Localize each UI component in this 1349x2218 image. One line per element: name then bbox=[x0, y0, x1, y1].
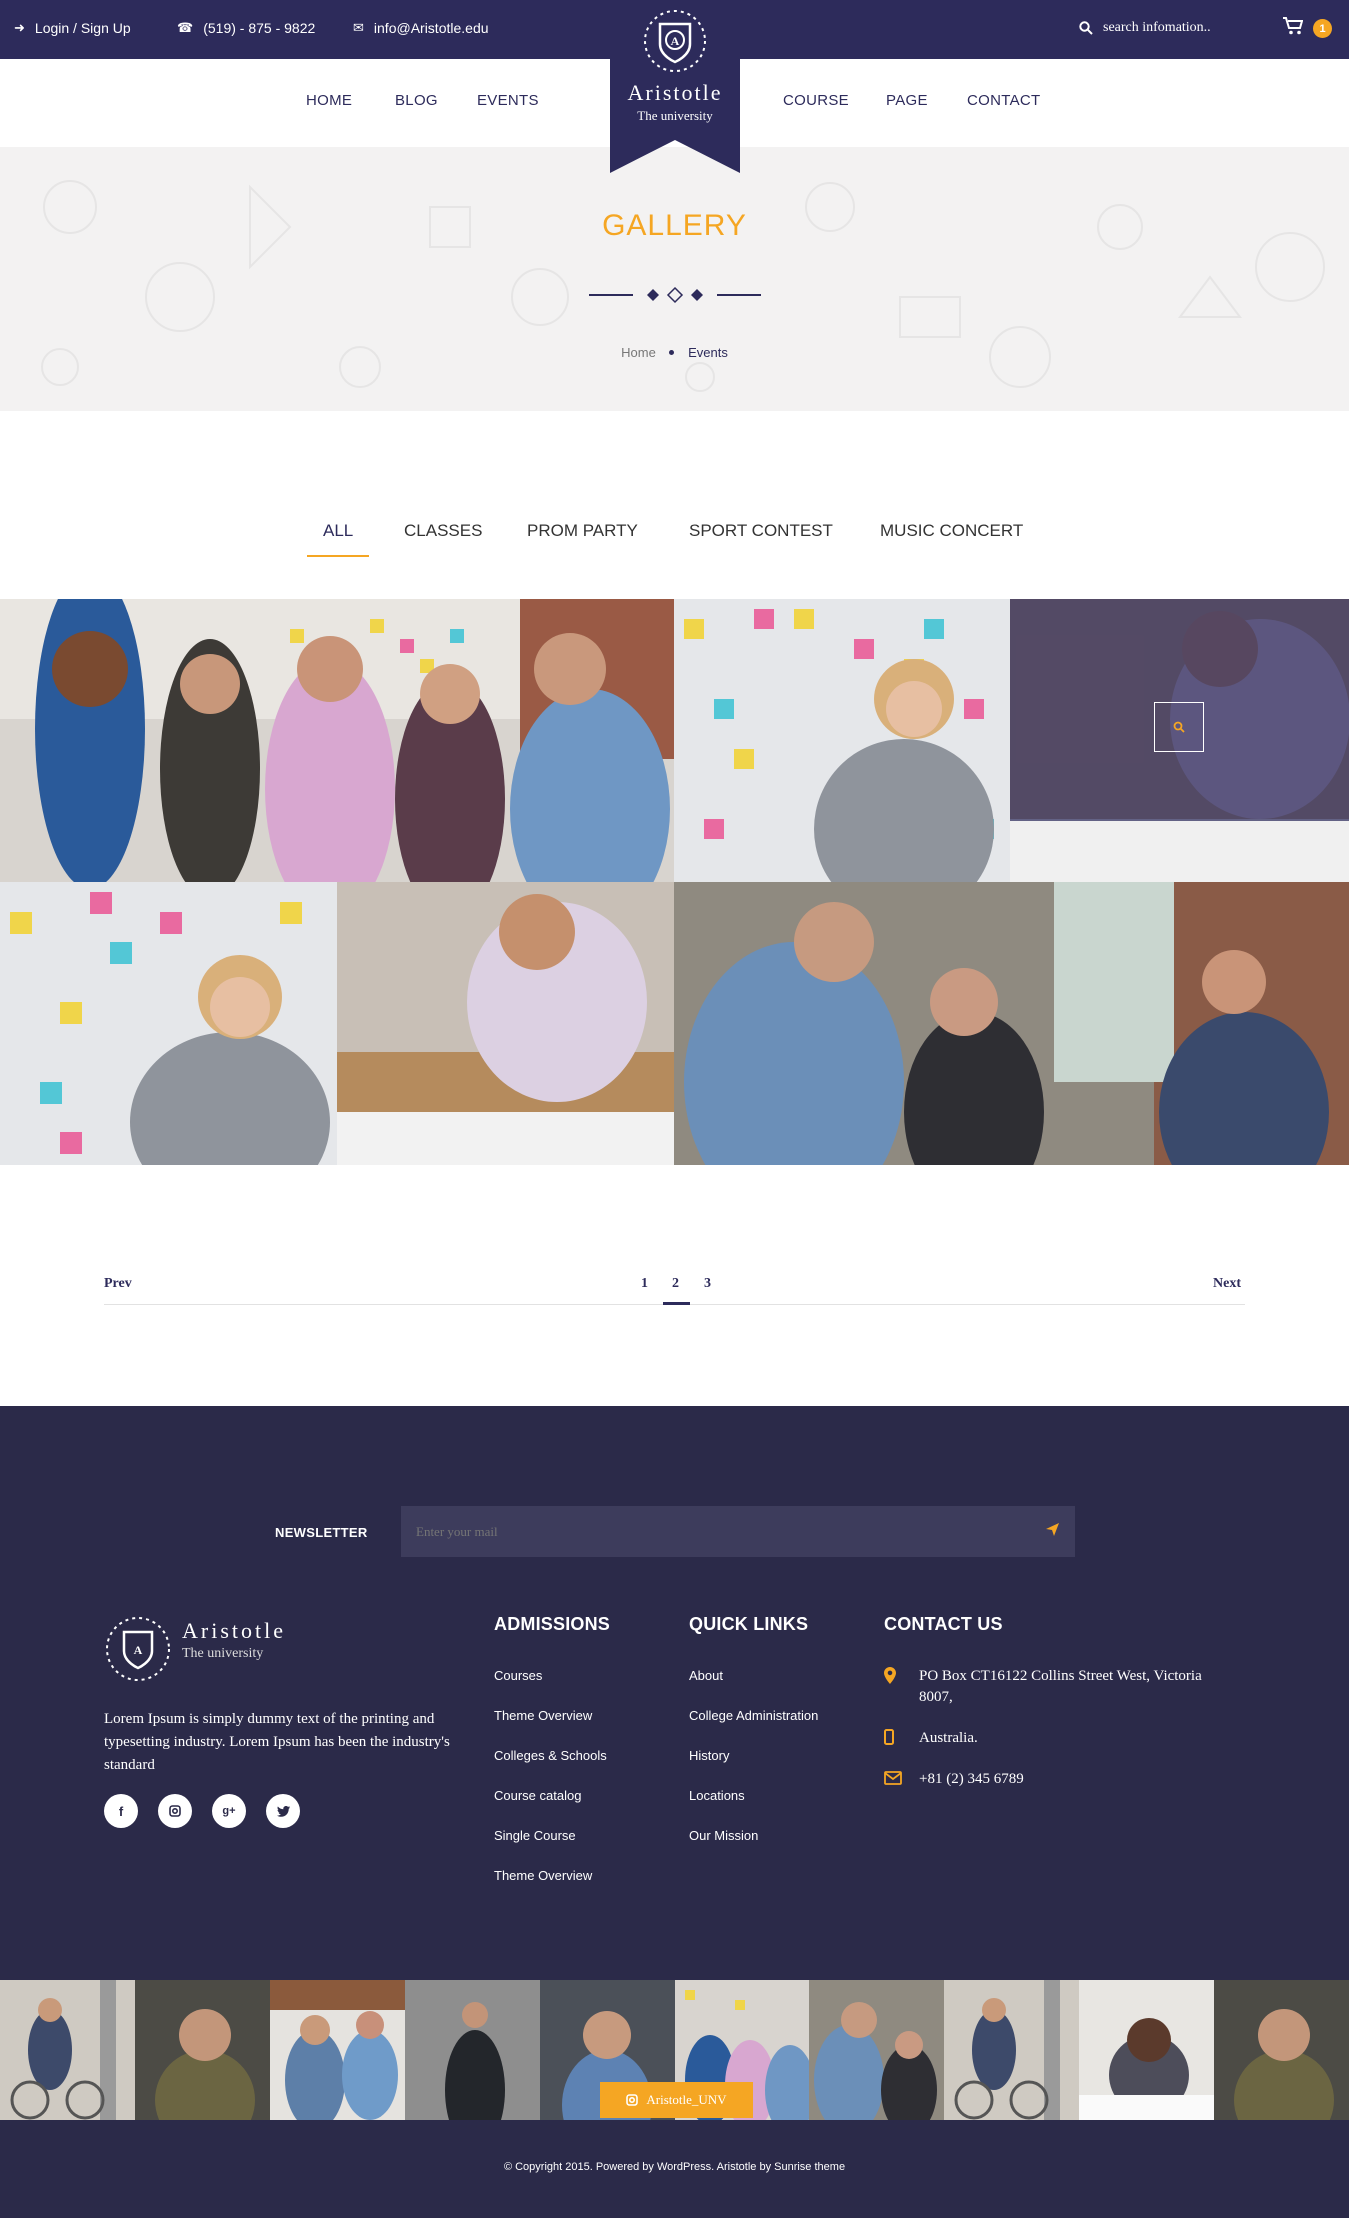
svg-text:A: A bbox=[671, 34, 680, 48]
tab-all[interactable]: ALL bbox=[323, 521, 353, 541]
breadcrumb: Home Events bbox=[0, 345, 1349, 360]
footer-link-theme-overview[interactable]: Theme Overview bbox=[494, 1708, 592, 1723]
instagram-photo[interactable] bbox=[269, 1980, 405, 2120]
footer-logo-subtitle: The university bbox=[182, 1646, 264, 1661]
gallery-image-woman-board-2[interactable] bbox=[0, 882, 337, 1165]
nav-course[interactable]: COURSE bbox=[783, 92, 849, 109]
admissions-heading: ADMISSIONS bbox=[494, 1614, 611, 1634]
map-pin-icon bbox=[884, 1667, 896, 1684]
site-logo[interactable]: A Aristotle The university bbox=[610, 0, 740, 173]
cart-count-badge: 1 bbox=[1313, 19, 1332, 38]
gallery-image-woman-board[interactable] bbox=[674, 599, 1010, 882]
shield-emblem-icon: A bbox=[106, 1617, 170, 1681]
gallery-image-group-discussion[interactable] bbox=[674, 882, 1349, 1165]
footer-link-our-mission[interactable]: Our Mission bbox=[689, 1828, 758, 1843]
nav-home[interactable]: HOME bbox=[306, 92, 352, 109]
search-icon[interactable] bbox=[1079, 21, 1093, 35]
footer-link-college-administration[interactable]: College Administration bbox=[689, 1708, 818, 1723]
title-divider bbox=[589, 286, 761, 304]
nav-events[interactable]: EVENTS bbox=[477, 92, 539, 109]
sign-in-icon: ➜ bbox=[14, 20, 25, 35]
breadcrumb-current: Events bbox=[688, 345, 728, 360]
mobile-phone-icon bbox=[884, 1729, 894, 1745]
footer-link-colleges-schools[interactable]: Colleges & Schools bbox=[494, 1748, 607, 1763]
instagram-photo[interactable] bbox=[404, 1980, 540, 2120]
breadcrumb-separator bbox=[669, 350, 675, 355]
footer-about-text: Lorem Ipsum is simply dummy text of the … bbox=[104, 1711, 450, 1773]
contact-heading: CONTACT US bbox=[884, 1614, 1003, 1634]
instagram-photo[interactable] bbox=[809, 1980, 945, 2120]
tab-music-concert[interactable]: MUSIC CONCERT bbox=[880, 521, 1023, 541]
newsletter-email-input[interactable] bbox=[401, 1506, 1075, 1557]
instagram-photo[interactable] bbox=[1214, 1980, 1349, 2120]
nav-blog[interactable]: BLOG bbox=[395, 92, 438, 109]
quick-links-heading: QUICK LINKS bbox=[689, 1614, 809, 1634]
search-box[interactable]: search infomation.. bbox=[1079, 20, 1211, 36]
active-tab-indicator bbox=[307, 555, 369, 557]
logo-name: Aristotle bbox=[627, 80, 723, 105]
footer-logo-name: Aristotle bbox=[182, 1618, 286, 1643]
instagram-photo[interactable] bbox=[0, 1980, 135, 2120]
gallery-image-man-drawing-hover[interactable] bbox=[1010, 599, 1349, 882]
page-header: GALLERY Home Events bbox=[0, 147, 1349, 411]
page-title: GALLERY bbox=[602, 209, 747, 242]
footer-link-single-course[interactable]: Single Course bbox=[494, 1828, 576, 1843]
facebook-icon[interactable]: f bbox=[104, 1794, 138, 1828]
envelope-icon: ✉ bbox=[353, 20, 364, 35]
instagram-handle: Aristotle_UNV bbox=[646, 2092, 727, 2107]
zoom-button[interactable] bbox=[1154, 702, 1204, 752]
login-link[interactable]: ➜ Login / Sign Up bbox=[14, 20, 131, 36]
footer-link-locations[interactable]: Locations bbox=[689, 1788, 745, 1803]
footer-link-courses[interactable]: Courses bbox=[494, 1668, 542, 1683]
twitter-icon[interactable] bbox=[266, 1794, 300, 1828]
phone-icon: ☎ bbox=[177, 20, 194, 35]
footer-link-history[interactable]: History bbox=[689, 1748, 729, 1763]
pagination-next[interactable]: Next bbox=[1213, 1276, 1241, 1292]
instagram-icon bbox=[626, 2094, 639, 2106]
footer-link-about[interactable]: About bbox=[689, 1668, 723, 1683]
pagination-prev[interactable]: Prev bbox=[104, 1276, 132, 1292]
pagination-page-2[interactable]: 2 bbox=[672, 1276, 679, 1292]
breadcrumb-home[interactable]: Home bbox=[621, 345, 656, 360]
copyright-text: © Copyright 2015. Powered by WordPress. … bbox=[503, 2161, 846, 2173]
gallery-image-team[interactable] bbox=[0, 599, 674, 882]
email-label: info@Aristotle.edu bbox=[373, 20, 489, 36]
pagination-page-3[interactable]: 3 bbox=[704, 1276, 711, 1292]
svg-text:A: A bbox=[134, 1643, 143, 1657]
send-icon[interactable] bbox=[1045, 1522, 1060, 1541]
google-plus-icon[interactable]: g+ bbox=[212, 1794, 246, 1828]
instagram-photo[interactable] bbox=[944, 1980, 1080, 2120]
newsletter-label: NEWSLETTER bbox=[275, 1525, 368, 1540]
footer-link-course-catalog[interactable]: Course catalog bbox=[494, 1788, 581, 1803]
phone-info: ☎ (519) - 875 - 9822 bbox=[177, 20, 315, 36]
instagram-photo[interactable] bbox=[1079, 1980, 1215, 2120]
nav-contact[interactable]: CONTACT bbox=[967, 92, 1040, 109]
contact-address: PO Box CT16122 Collins Street West, Vict… bbox=[919, 1668, 1202, 1705]
phone-label: (519) - 875 - 9822 bbox=[203, 20, 316, 36]
tab-classes[interactable]: CLASSES bbox=[404, 521, 482, 541]
search-input[interactable]: search infomation.. bbox=[1103, 20, 1211, 36]
cart-icon[interactable] bbox=[1283, 17, 1304, 41]
current-page-indicator bbox=[663, 1302, 690, 1305]
tab-prom-party[interactable]: PROM PARTY bbox=[527, 521, 638, 541]
email-link[interactable]: ✉ info@Aristotle.edu bbox=[353, 20, 489, 36]
login-label: Login / Sign Up bbox=[34, 20, 131, 36]
pagination-page-1[interactable]: 1 bbox=[641, 1276, 648, 1292]
background-pattern bbox=[41, 180, 1325, 392]
gallery-image-man-drawing[interactable] bbox=[337, 882, 674, 1165]
tab-sport-contest[interactable]: SPORT CONTEST bbox=[689, 521, 833, 541]
instagram-photo[interactable] bbox=[134, 1980, 270, 2120]
instagram-follow-button[interactable]: Aristotle_UNV bbox=[600, 2082, 753, 2118]
envelope-icon bbox=[884, 1771, 902, 1785]
instagram-icon[interactable] bbox=[158, 1794, 192, 1828]
logo-subtitle: The university bbox=[637, 108, 713, 123]
contact-country: Australia. bbox=[919, 1730, 978, 1746]
contact-phone: +81 (2) 345 6789 bbox=[919, 1771, 1024, 1787]
search-icon bbox=[1173, 721, 1185, 733]
nav-page[interactable]: PAGE bbox=[886, 92, 928, 109]
footer-link-theme-overview-2[interactable]: Theme Overview bbox=[494, 1868, 592, 1883]
